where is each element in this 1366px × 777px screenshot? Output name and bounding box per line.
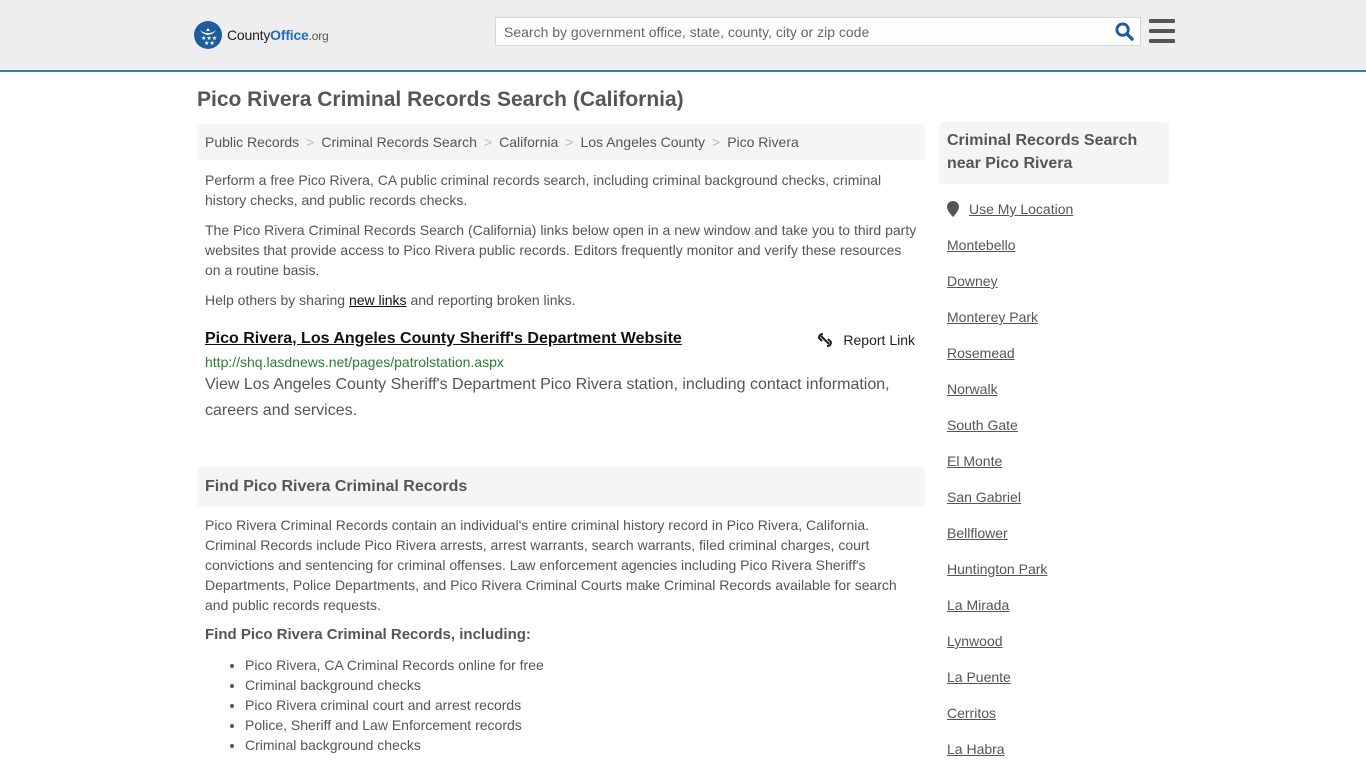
list-item: Pico Rivera criminal court and arrest re…: [245, 695, 544, 715]
breadcrumb-separator: >: [565, 134, 574, 150]
hamburger-menu-icon[interactable]: [1149, 19, 1175, 43]
find-section-heading: Find Pico Rivera Criminal Records: [197, 467, 925, 507]
breadcrumb-california[interactable]: California: [499, 134, 558, 150]
new-links-link[interactable]: new links: [349, 292, 407, 308]
site-logo[interactable]: ★★★ ★★ CountyOffice.org: [194, 21, 329, 49]
result-title-link[interactable]: Pico Rivera, Los Angeles County Sheriff'…: [205, 330, 682, 348]
breadcrumb-los-angeles-county[interactable]: Los Angeles County: [580, 134, 705, 150]
breadcrumb: Public Records > Criminal Records Search…: [197, 124, 925, 160]
breadcrumb-separator: >: [712, 134, 721, 150]
search-input[interactable]: [496, 18, 1108, 45]
logo-eagle-icon: ★★★ ★★: [194, 21, 222, 49]
search-box: [495, 17, 1141, 46]
intro-paragraph-1: Perform a free Pico Rivera, CA public cr…: [205, 172, 882, 208]
nearby-city-link[interactable]: Lynwood: [947, 633, 1003, 649]
breadcrumb-public-records[interactable]: Public Records: [205, 134, 299, 150]
svg-text:★★: ★★: [204, 40, 215, 46]
nearby-city-link[interactable]: Montebello: [947, 237, 1016, 253]
nearby-city-link[interactable]: Downey: [947, 273, 998, 289]
map-marker-icon: [947, 201, 959, 217]
nearby-city-link[interactable]: La Mirada: [947, 597, 1009, 613]
nearby-city-link[interactable]: Cerritos: [947, 705, 996, 721]
search-icon: [1114, 22, 1134, 41]
nearby-city-link[interactable]: Huntington Park: [947, 561, 1047, 577]
search-button[interactable]: [1108, 18, 1140, 45]
find-section-bullets: Pico Rivera, CA Criminal Records online …: [245, 655, 544, 755]
breadcrumb-separator: >: [306, 134, 315, 150]
report-link-button[interactable]: Report Link: [817, 332, 915, 348]
list-item: Criminal background checks: [245, 675, 544, 695]
find-section-body: Pico Rivera Criminal Records contain an …: [205, 517, 897, 613]
nearby-city-link[interactable]: El Monte: [947, 453, 1002, 469]
nearby-city-link[interactable]: Rosemead: [947, 345, 1015, 361]
find-section-subheading: Find Pico Rivera Criminal Records, inclu…: [205, 626, 531, 643]
list-item: Pico Rivera, CA Criminal Records online …: [245, 655, 544, 675]
result-item: Pico Rivera, Los Angeles County Sheriff'…: [197, 330, 925, 424]
nearby-cities-list: Montebello Downey Monterey Park Rosemead…: [947, 237, 1047, 777]
main-content: Perform a free Pico Rivera, CA public cr…: [197, 170, 925, 424]
broken-link-icon: [818, 333, 833, 347]
sidebar-heading: Criminal Records Search near Pico Rivera: [939, 122, 1169, 184]
nearby-city-link[interactable]: La Habra: [947, 741, 1005, 757]
result-url: http://shq.lasdnews.net/pages/patrolstat…: [205, 354, 504, 370]
use-my-location-link[interactable]: Use My Location: [969, 201, 1073, 217]
result-description: View Los Angeles County Sheriff's Depart…: [205, 376, 890, 419]
logo-text: CountyOffice.org: [227, 27, 329, 43]
breadcrumb-pico-rivera[interactable]: Pico Rivera: [727, 134, 799, 150]
nearby-city-link[interactable]: South Gate: [947, 417, 1018, 433]
nearby-city-link[interactable]: San Gabriel: [947, 489, 1021, 505]
nearby-city-link[interactable]: Monterey Park: [947, 309, 1038, 325]
page-title: Pico Rivera Criminal Records Search (Cal…: [197, 88, 684, 111]
intro-paragraph-3: Help others by sharing new links and rep…: [205, 292, 576, 308]
use-location: Use My Location: [947, 201, 1073, 217]
nearby-city-link[interactable]: Norwalk: [947, 381, 998, 397]
nearby-city-link[interactable]: Bellflower: [947, 525, 1008, 541]
nearby-city-link[interactable]: La Puente: [947, 669, 1011, 685]
list-item: Police, Sheriff and Law Enforcement reco…: [245, 715, 544, 735]
intro-paragraph-2: The Pico Rivera Criminal Records Search …: [205, 222, 917, 278]
breadcrumb-criminal-records-search[interactable]: Criminal Records Search: [321, 134, 477, 150]
site-header: ★★★ ★★ CountyOffice.org: [0, 0, 1366, 72]
breadcrumb-separator: >: [483, 134, 493, 150]
list-item: Criminal background checks: [245, 735, 544, 755]
